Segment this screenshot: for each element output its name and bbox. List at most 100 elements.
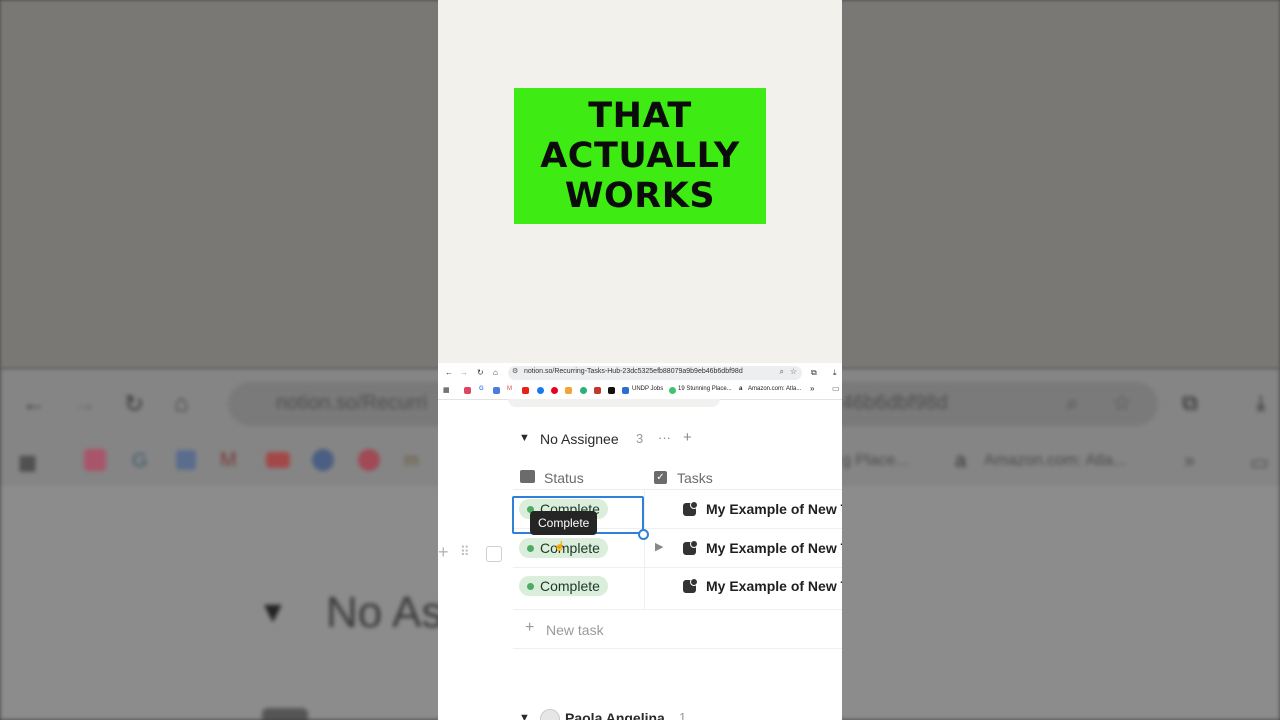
- bg-folder-icon: ▭: [1250, 452, 1269, 474]
- bookmark-star-icon[interactable]: ☆: [790, 367, 797, 376]
- youtube-icon[interactable]: [522, 387, 529, 394]
- new-task-button[interactable]: New task: [546, 622, 604, 638]
- places-icon[interactable]: [669, 387, 676, 394]
- bg-youtube-icon: [266, 452, 290, 468]
- bookmark-amazon[interactable]: Amazon.com: Atla...: [748, 386, 801, 392]
- browser-toolbar: ← → ↻ ⌂ ⚙ notion.so/Recurring-Tasks-Hub-…: [438, 363, 842, 384]
- status-column-icon: [520, 470, 535, 483]
- download-icon[interactable]: ⤓: [833, 368, 837, 378]
- bg-star-icon: ☆: [1112, 390, 1132, 415]
- status-pill[interactable]: Complete: [519, 576, 608, 596]
- reload-icon[interactable]: ↻: [477, 368, 484, 377]
- bg-collapse-icon: ▼: [258, 596, 288, 629]
- undp-icon[interactable]: [622, 387, 629, 394]
- extensions-icon[interactable]: ⧉: [811, 368, 817, 378]
- new-task-plus-icon[interactable]: +: [525, 619, 534, 637]
- status-label: Complete: [540, 578, 600, 594]
- drag-handle-icon[interactable]: ⠿: [460, 544, 469, 560]
- bookmark-undp-jobs[interactable]: UNDP Jobs: [632, 386, 663, 392]
- row-checkbox[interactable]: [486, 546, 502, 562]
- tasks-column-icon: ✓: [654, 471, 667, 484]
- tasks-column-header[interactable]: Tasks: [677, 470, 713, 486]
- status-dot-icon: [527, 582, 534, 590]
- address-bar[interactable]: ⚙ notion.so/Recurring-Tasks-Hub-23dc5325…: [508, 366, 802, 380]
- collapse-toggle-icon[interactable]: ▼: [519, 432, 530, 444]
- bg-zoom-icon: ⌕: [1066, 390, 1079, 415]
- expand-row-icon[interactable]: ▶: [655, 540, 663, 553]
- cursor-icon: ☝: [554, 541, 566, 551]
- headline-banner: THAT ACTUALLY WORKS: [514, 88, 766, 224]
- bg-url-tail: 46b6dbf98d: [842, 392, 948, 414]
- bg-google-icon: G: [132, 450, 148, 472]
- task-page-icon: [683, 501, 698, 516]
- status-column-header[interactable]: Status: [544, 470, 584, 486]
- headline-line-3: WORKS: [564, 176, 716, 216]
- bg-more-bookmarks-icon: »: [1184, 450, 1196, 472]
- home-icon[interactable]: ⌂: [493, 368, 498, 377]
- pinterest-icon[interactable]: [551, 387, 558, 394]
- task-title[interactable]: My Example of New T: [706, 501, 842, 517]
- bg-url-fragment: notion.so/Recurri: [276, 392, 428, 414]
- bg-extension-icon: ⧉: [1182, 390, 1198, 415]
- task-title[interactable]: My Example of New T: [706, 578, 842, 594]
- forward-icon[interactable]: →: [460, 368, 468, 377]
- more-bookmarks-button[interactable]: »: [810, 384, 814, 393]
- bookmark-icon-m[interactable]: [565, 387, 572, 394]
- next-group-count: 1: [679, 710, 687, 720]
- assignee-avatar: [540, 709, 560, 720]
- headline-line-2: ACTUALLY: [540, 136, 740, 176]
- amazon-icon[interactable]: a: [739, 386, 742, 392]
- bg-download-icon: ⤓: [1256, 390, 1266, 415]
- linkedin-icon[interactable]: [608, 387, 615, 394]
- task-title[interactable]: My Example of New T: [706, 540, 842, 556]
- bg-pinterest-icon: [358, 449, 380, 471]
- bg-facebook-icon: [312, 449, 334, 471]
- scrolled-element: [508, 399, 720, 407]
- netflix-icon[interactable]: [594, 387, 601, 394]
- add-row-icon[interactable]: +: [438, 542, 449, 563]
- bg-avatar: [262, 708, 308, 720]
- bg-forward-icon: →: [72, 390, 96, 417]
- video-frame: THAT ACTUALLY WORKS ← → ↻ ⌂ ⚙ notion.so/…: [438, 0, 842, 720]
- gmail-icon[interactable]: M: [507, 386, 512, 392]
- airbnb-icon[interactable]: [464, 387, 471, 394]
- apps-icon[interactable]: ▦: [443, 386, 450, 394]
- bg-airbnb-icon: [84, 449, 106, 471]
- site-settings-icon[interactable]: ⚙: [512, 367, 518, 375]
- status-label: Complete: [540, 540, 600, 556]
- bg-bookmark-amazon: Amazon.com: Atla...: [984, 452, 1127, 469]
- translate-icon[interactable]: [493, 387, 500, 394]
- browser-window: ← → ↻ ⌂ ⚙ notion.so/Recurring-Tasks-Hub-…: [438, 363, 842, 720]
- zoom-icon[interactable]: ⌕: [780, 367, 784, 377]
- facebook-icon[interactable]: [537, 387, 544, 394]
- google-icon[interactable]: G: [479, 386, 484, 392]
- bg-translate-icon: [176, 450, 196, 470]
- bookmarks-bar: ▦ G M UNDP Jobs 19 Stunning Place... a A…: [438, 383, 842, 400]
- bg-back-icon: ←: [22, 390, 46, 417]
- task-page-icon: [683, 540, 698, 555]
- url-text: notion.so/Recurring-Tasks-Hub-23dc5325ef…: [524, 368, 743, 375]
- bg-mn-icon: m: [404, 450, 419, 470]
- back-icon[interactable]: ←: [445, 368, 453, 377]
- next-group-title: Paola Angelina: [565, 710, 665, 720]
- bookmark-stunning-places[interactable]: 19 Stunning Place...: [678, 386, 732, 392]
- bg-apps-icon: ▦: [18, 452, 37, 474]
- next-group-collapse-icon[interactable]: ▼: [519, 712, 530, 720]
- bg-bookmark-places: g Place...: [842, 452, 909, 469]
- task-page-icon: [683, 578, 698, 593]
- table-row[interactable]: Complete My Example of New T: [513, 568, 842, 606]
- fill-handle[interactable]: [638, 529, 649, 540]
- group-count: 3: [636, 431, 644, 446]
- group-title: No Assignee: [540, 431, 619, 447]
- status-dot-icon: [527, 544, 534, 552]
- folder-icon[interactable]: ▭: [832, 384, 840, 393]
- bookmark-icon-circle[interactable]: [580, 387, 587, 394]
- group-more-button[interactable]: ···: [658, 430, 671, 445]
- group-add-button[interactable]: +: [683, 429, 692, 446]
- bg-reload-icon: ↻: [124, 391, 145, 418]
- row-divider: [513, 609, 842, 610]
- headline-line-1: THAT: [588, 96, 692, 136]
- bg-gmail-icon: M: [220, 449, 237, 471]
- headline-text: THAT ACTUALLY WORKS: [520, 96, 760, 216]
- status-tooltip: Complete: [530, 511, 598, 535]
